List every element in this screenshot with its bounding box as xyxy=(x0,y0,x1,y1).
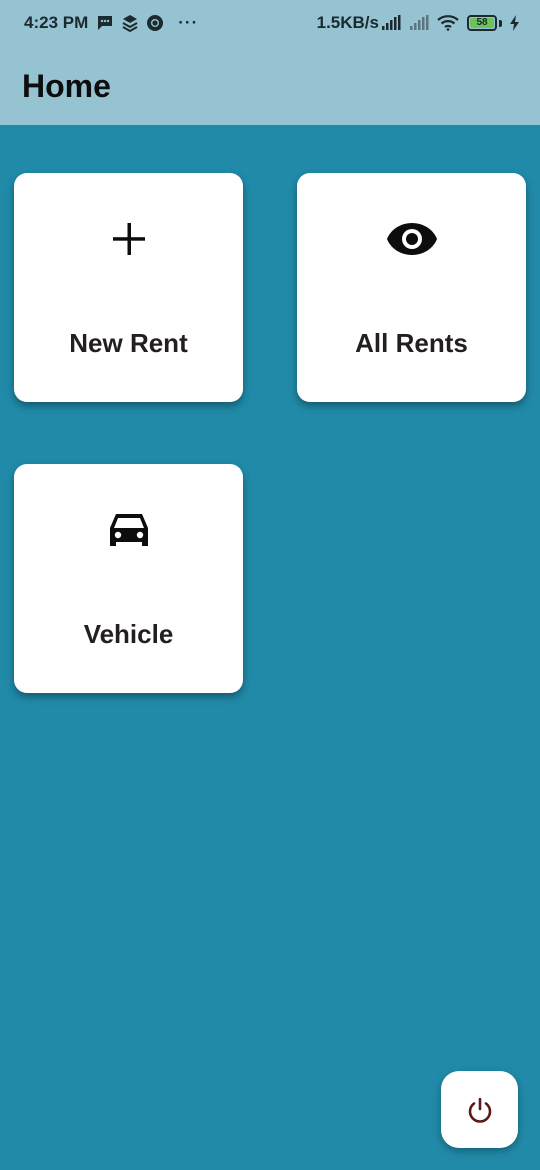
chrome-icon xyxy=(146,14,164,32)
logout-button[interactable] xyxy=(441,1071,518,1148)
charging-icon xyxy=(510,15,520,31)
vehicle-label: Vehicle xyxy=(83,619,174,649)
status-bar: 4:23 PM ··· 1.5KB/s 58 xyxy=(0,0,540,46)
status-left: 4:23 PM ··· xyxy=(24,13,198,33)
new-rent-label: New Rent xyxy=(69,328,188,358)
battery-icon: 58 xyxy=(467,15,502,31)
status-time: 4:23 PM xyxy=(24,13,89,32)
plus-icon xyxy=(14,217,243,261)
power-icon xyxy=(465,1095,495,1125)
new-rent-card[interactable]: New Rent xyxy=(14,173,243,402)
network-speed: 1.5KB/s xyxy=(316,13,379,32)
car-icon xyxy=(14,508,243,552)
status-right: 1.5KB/s 58 xyxy=(317,13,520,33)
app-header: 4:23 PM ··· 1.5KB/s 58 Home xyxy=(0,0,540,125)
page-title: Home xyxy=(22,68,111,104)
battery-level: 58 xyxy=(470,18,494,28)
signal-weak-icon xyxy=(409,15,429,31)
status-more-icon: ··· xyxy=(178,13,199,32)
eye-icon xyxy=(297,217,526,261)
signal-icon xyxy=(381,15,401,31)
vehicle-card[interactable]: Vehicle xyxy=(14,464,243,693)
layers-icon xyxy=(122,14,138,32)
all-rents-label: All Rents xyxy=(355,328,468,358)
message-icon xyxy=(96,14,114,32)
all-rents-card[interactable]: All Rents xyxy=(297,173,526,402)
wifi-icon xyxy=(437,15,459,31)
